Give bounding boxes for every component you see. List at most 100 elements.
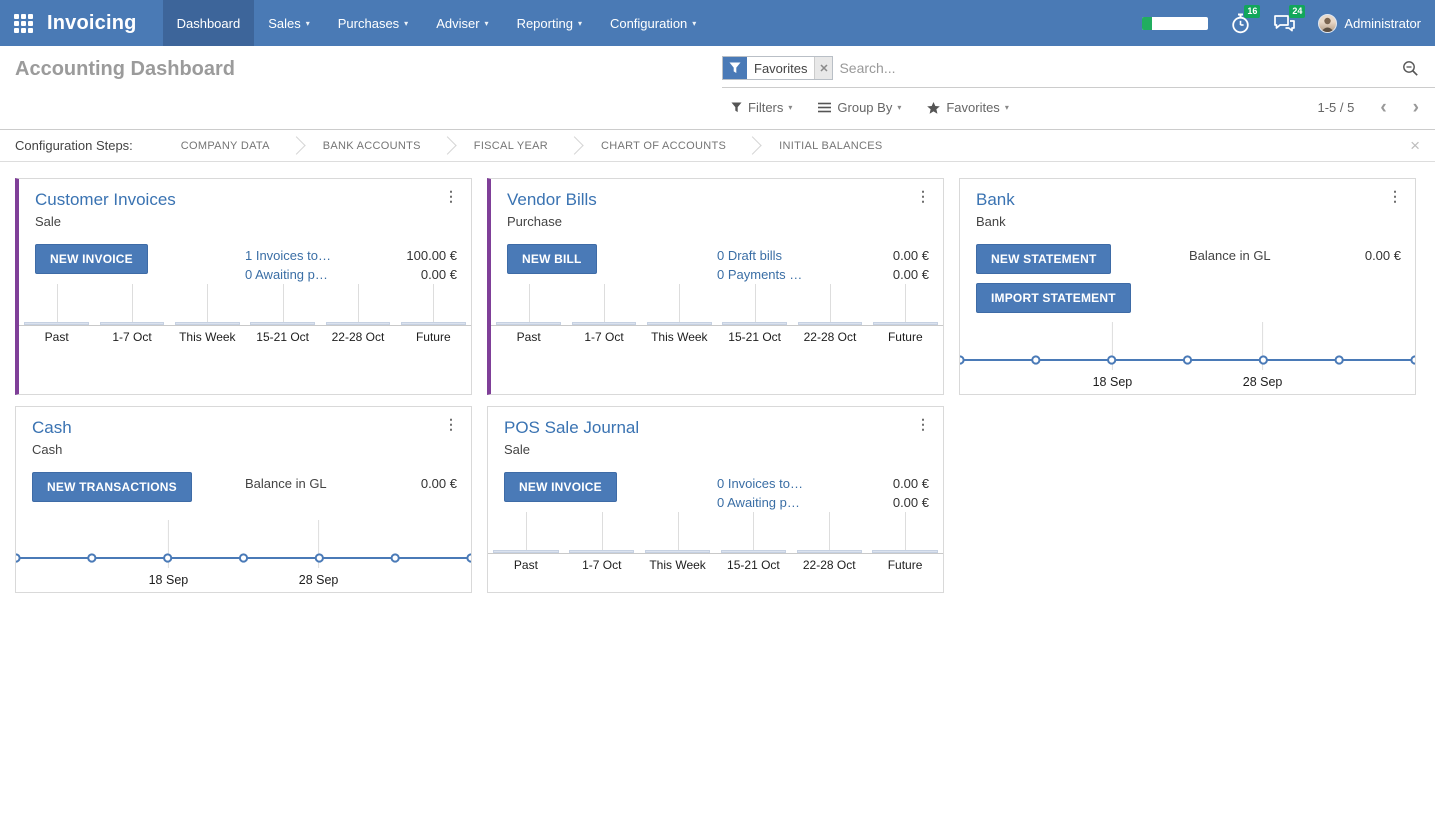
bar-value [647,322,712,325]
card-title[interactable]: Bank [976,190,1015,210]
config-step-chart-of-accounts[interactable]: CHART OF ACCOUNTS [577,140,750,152]
filter-funnel-icon [723,57,747,79]
nav-item-configuration[interactable]: Configuration▾ [596,0,710,46]
chevron-down-icon: ▾ [578,19,582,28]
apps-grid-icon[interactable] [14,14,33,33]
bar-column-this-week: This Week [642,284,717,348]
card-title[interactable]: Cash [32,418,72,438]
bar-column-this-week: This Week [640,512,716,576]
axis-category-label: Past [19,330,94,344]
card-subtitle: Purchase [507,214,929,229]
nav-item-reporting[interactable]: Reporting ▾ [503,0,596,46]
axis-category-label: 22-28 Oct [792,330,867,344]
card-bar-chart: Past1-7 OctThis Week15-21 Oct22-28 OctFu… [491,284,943,348]
card-title[interactable]: Customer Invoices [35,190,176,210]
stat-label[interactable]: 0 Awaiting p… [717,493,800,512]
new-statement-button[interactable]: NEW STATEMENT [976,244,1111,274]
stat-label[interactable]: 0 Invoices to… [717,474,803,493]
card-buttons: NEW BILL [507,244,597,283]
bar-column-past: Past [19,284,94,348]
axis-tick-line [57,284,58,325]
stat-row: 0 Awaiting p…0.00 € [717,493,929,512]
config-step-company-data[interactable]: COMPANY DATA [157,140,294,152]
filters-label: Filters [748,100,783,115]
user-menu[interactable]: Administrator [1344,16,1421,31]
card-buttons: NEW INVOICE [35,244,148,283]
stat-value: 0.00 € [893,474,929,493]
stat-value: 0.00 € [893,265,929,284]
kebab-menu-icon[interactable]: ⋮ [1388,189,1402,204]
stat-row: 0 Payments … 0.00 € [717,265,929,284]
stat-value: 100.00 € [406,246,457,265]
avatar[interactable] [1318,14,1337,33]
kebab-menu-icon[interactable]: ⋮ [444,189,458,204]
pager-previous-icon[interactable]: ‹ [1380,98,1386,117]
card-title[interactable]: POS Sale Journal [504,418,639,438]
filters-button[interactable]: Filters▾ [731,100,792,115]
activity-clock-icon[interactable]: 16 [1230,13,1251,34]
config-step-initial-balances[interactable]: INITIAL BALANCES [755,140,906,152]
messages-icon[interactable]: 24 [1273,13,1296,34]
progress-bar [1142,17,1208,30]
card-buttons: NEW INVOICE [504,472,617,511]
group-by-button[interactable]: Group By▾ [818,100,901,115]
main-menu: DashboardSales▾Purchases▾Adviser▾Reporti… [163,0,711,46]
nav-item-sales[interactable]: Sales▾ [254,0,324,46]
new-invoice-button[interactable]: NEW INVOICE [504,472,617,502]
card-subtitle: Sale [35,214,457,229]
axis-tick-line [905,284,906,325]
progress-fill [1142,17,1152,30]
nav-item-label: Configuration [610,16,687,31]
axis-tick-line [679,284,680,325]
app-brand[interactable]: Invoicing [47,12,163,35]
nav-item-label: Reporting [517,16,573,31]
new-bill-button[interactable]: NEW BILL [507,244,597,274]
pager-next-icon[interactable]: › [1413,98,1419,117]
card-body: NEW STATEMENT IMPORT STATEMENT Balance in … [976,244,1401,322]
axis-tick-line [830,284,831,325]
bar-value [496,322,561,325]
activity-badge: 16 [1244,5,1260,18]
close-icon[interactable]: × [1410,137,1420,154]
config-step-fiscal-year[interactable]: FISCAL YEAR [450,140,572,152]
axis-tick-line [755,284,756,325]
config-step-bank-accounts[interactable]: BANK ACCOUNTS [299,140,445,152]
pager-range: 1-5 / 5 [1317,100,1354,115]
search-input[interactable] [839,60,1402,76]
facet-remove-icon[interactable]: ✕ [814,57,832,79]
stat-label[interactable]: 1 Invoices to… [245,246,331,265]
axis-category-label: 22-28 Oct [791,558,867,572]
card-cash: CashCashNEW TRANSACTIONSBalance in GL0.0… [15,406,472,593]
stat-row: Balance in GL0.00 € [1189,246,1401,265]
kebab-menu-icon[interactable]: ⋮ [444,417,458,432]
facet-label: Favorites [747,57,814,79]
stat-label[interactable]: 0 Draft bills [717,246,782,265]
axis-tick-line [678,512,679,553]
bar-value [872,550,937,553]
stat-label: Balance in GL [245,474,327,493]
card-header: POS Sale JournalSaleNEW INVOICE0 Invoice… [488,407,943,512]
search-facet: Favorites ✕ [722,56,833,80]
kebab-menu-icon[interactable]: ⋮ [916,417,930,432]
bar-value [493,550,558,553]
card-title[interactable]: Vendor Bills [507,190,597,210]
axis-category-label: 15-21 Oct [717,330,792,344]
bar-value [645,550,710,553]
chevron-down-icon: ▾ [897,103,901,112]
nav-item-purchases[interactable]: Purchases▾ [324,0,422,46]
kebab-menu-icon[interactable]: ⋮ [916,189,930,204]
card-header: Vendor Bills Purchase NEW BILL 0 Draft bill… [491,179,943,284]
nav-item-dashboard[interactable]: Dashboard [163,0,255,46]
card-pos-sale-journal: POS Sale JournalSaleNEW INVOICE0 Invoice… [487,406,944,593]
new-transactions-button[interactable]: NEW TRANSACTIONS [32,472,192,502]
stat-label[interactable]: 0 Awaiting p… [245,265,328,284]
nav-item-label: Sales [268,16,301,31]
favorites-button[interactable]: Favorites▾ [927,100,1008,115]
stat-row: 0 Draft bills0.00 € [717,246,929,265]
svg-text:28 Sep: 28 Sep [1243,375,1283,389]
import-statement-button[interactable]: IMPORT STATEMENT [976,283,1131,313]
search-magnifier-icon[interactable] [1402,60,1419,77]
stat-label[interactable]: 0 Payments … [717,265,802,284]
nav-item-adviser[interactable]: Adviser▾ [422,0,502,46]
new-invoice-button[interactable]: NEW INVOICE [35,244,148,274]
